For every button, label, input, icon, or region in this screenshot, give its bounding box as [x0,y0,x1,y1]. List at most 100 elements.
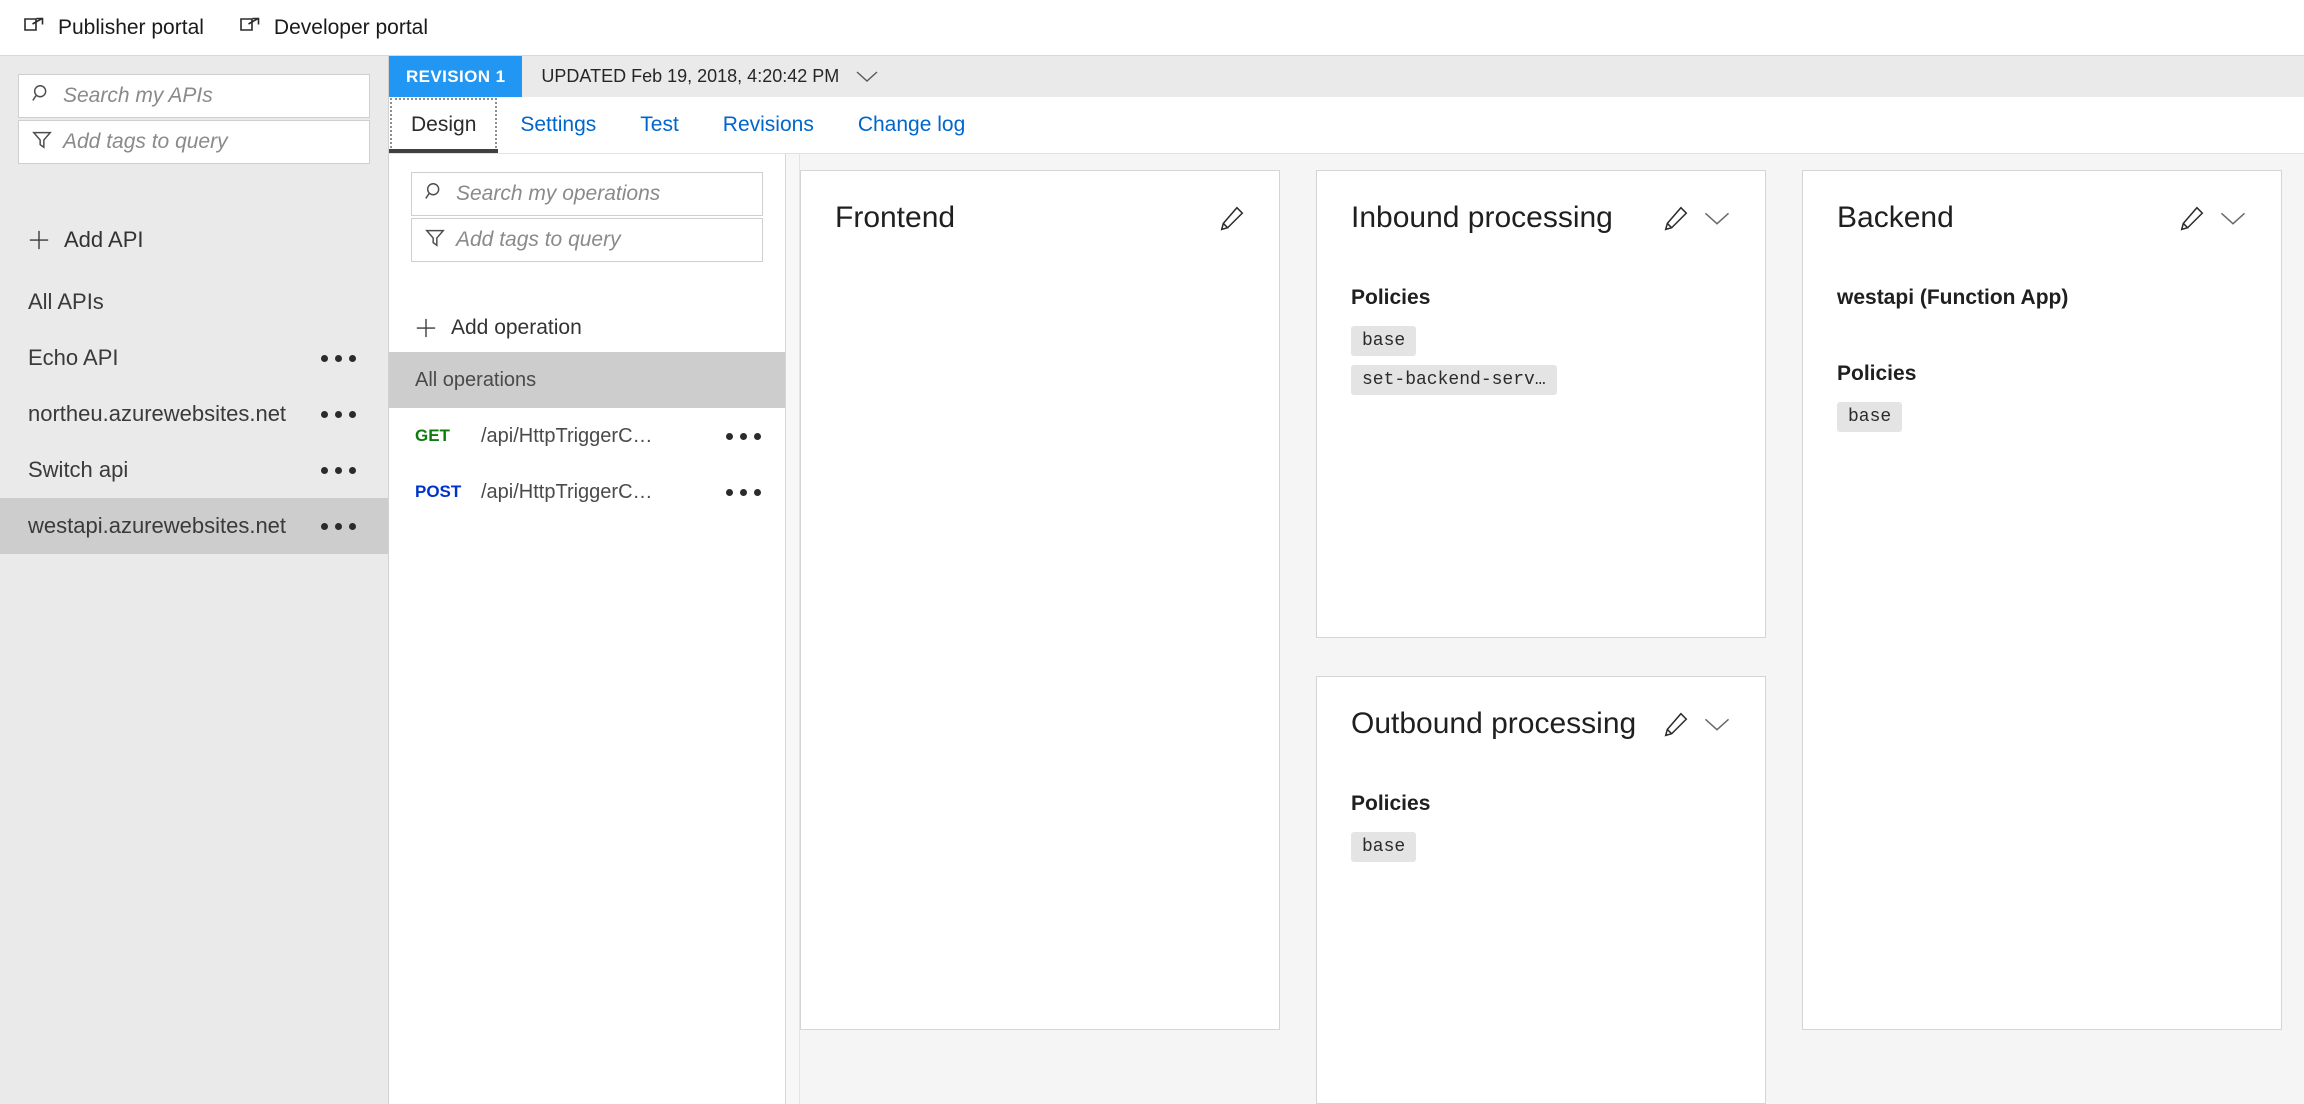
pencil-edit-icon[interactable] [2179,205,2205,231]
pencil-edit-icon[interactable] [1663,205,1689,231]
outbound-policy-chips: base [1351,832,1731,863]
chevron-down-icon[interactable] [1703,717,1731,732]
policy-chip[interactable]: base [1351,832,1417,863]
outbound-processing-card: Outbound processing Policies base [1316,676,1766,1104]
sidebar-item-label: Echo API [28,345,119,370]
tab-label: Revisions [722,113,814,136]
chevron-down-icon[interactable] [855,70,879,83]
context-menu-icon[interactable] [311,459,366,482]
backend-policy-chips: base [1837,402,2247,432]
api-list: All APIs Echo API northeu.azurewebsites.… [0,274,388,554]
external-link-icon [238,16,262,40]
sidebar-item-label: All APIs [28,289,104,314]
designer-area: Search my operations Add tags to query A… [389,154,2304,1104]
policy-chip[interactable]: base [1837,402,1903,432]
frontend-card-tools [1219,201,1245,231]
inbound-card-tools [1663,201,1731,231]
frontend-card: Frontend [800,170,1280,1030]
external-link-icon [22,16,46,40]
revision-bar: REVISION 1 UPDATED Feb 19, 2018, 4:20:42… [389,56,2304,97]
frontend-card-header: Frontend [835,201,1245,234]
pencil-edit-icon[interactable] [1663,711,1689,737]
context-menu-icon[interactable] [311,403,366,426]
sidebar-item-westapi[interactable]: westapi.azurewebsites.net [0,498,388,554]
inbound-title: Inbound processing [1351,201,1613,234]
sidebar-item-all-apis[interactable]: All APIs [0,274,388,330]
search-operations-input[interactable]: Search my operations [411,172,763,216]
context-menu-icon[interactable] [311,347,366,370]
revision-updated-label: UPDATED Feb 19, 2018, 4:20:42 PM [541,66,840,86]
pencil-edit-icon[interactable] [1219,205,1245,231]
policy-canvas: Frontend Inbound processing Policies bas… [800,154,2304,1104]
operations-filters: Search my operations Add tags to query [389,172,785,262]
frontend-title: Frontend [835,201,956,234]
filter-funnel-icon [31,129,53,156]
tab-test[interactable]: Test [618,97,701,153]
add-api-button[interactable]: Add API [0,218,388,262]
sidebar-item-northeu[interactable]: northeu.azurewebsites.net [0,386,388,442]
frontend-column: Frontend [800,170,1280,1104]
publisher-portal-link[interactable]: Publisher portal [22,16,204,40]
tab-label: Change log [857,113,966,136]
policy-chip[interactable]: set-backend-serv… [1351,365,1557,395]
context-menu-icon[interactable] [311,515,366,538]
top-bar: Publisher portal Developer portal [0,0,2304,56]
publisher-portal-label: Publisher portal [58,15,204,39]
http-verb: POST [415,482,462,501]
inbound-processing-card: Inbound processing Policies base set-bac… [1316,170,1766,639]
developer-portal-link[interactable]: Developer portal [238,16,428,40]
operation-row-get[interactable]: GET /api/HttpTriggerC… [389,408,785,464]
plus-icon [28,229,50,251]
operations-tags-input[interactable]: Add tags to query [411,218,763,262]
backend-column: Backend westapi (Function App) Policies … [1802,170,2282,1104]
chevron-down-icon[interactable] [2219,211,2247,226]
operations-tags-placeholder: Add tags to query [456,228,621,251]
sidebar-item-switch-api[interactable]: Switch api [0,442,388,498]
backend-card: Backend westapi (Function App) Policies … [1802,170,2282,1030]
operations-panel: Search my operations Add tags to query A… [389,154,786,1104]
sidebar-item-label: Switch api [28,457,129,482]
search-icon [424,181,446,208]
policy-chip[interactable]: base [1351,326,1417,356]
context-menu-icon[interactable] [716,425,771,448]
add-operation-label: Add operation [451,316,582,339]
sidebar-item-label: westapi.azurewebsites.net [28,513,287,538]
developer-portal-label: Developer portal [273,15,429,39]
tab-label: Design [411,113,477,136]
apis-tags-placeholder: Add tags to query [63,130,228,153]
backend-policies-label: Policies [1837,362,1917,385]
revision-updated[interactable]: UPDATED Feb 19, 2018, 4:20:42 PM [522,56,879,97]
search-apis-placeholder: Search my APIs [63,84,213,107]
tab-revisions[interactable]: Revisions [701,97,836,153]
apis-tags-input[interactable]: Add tags to query [18,120,370,164]
processing-column: Inbound processing Policies base set-bac… [1316,170,1766,1104]
revision-badge[interactable]: REVISION 1 [389,56,523,97]
inbound-policy-chips: base set-backend-serv… [1351,326,1731,395]
sidebar-filters: Search my APIs Add tags to query [0,56,388,164]
all-operations-label: All operations [415,368,537,391]
tab-change-log[interactable]: Change log [836,97,987,153]
chevron-down-icon[interactable] [1703,211,1731,226]
apis-sidebar: Search my APIs Add tags to query Add API [0,56,389,1104]
operation-all-operations[interactable]: All operations [389,352,785,408]
operation-path: /api/HttpTriggerC… [481,424,653,447]
sidebar-item-echo-api[interactable]: Echo API [0,330,388,386]
tab-bar: Design Settings Test Revisions Change lo… [389,97,2304,154]
add-operation-button[interactable]: Add operation [389,304,785,352]
sidebar-item-label: northeu.azurewebsites.net [28,401,287,426]
outbound-card-header: Outbound processing [1351,707,1731,740]
inbound-card-header: Inbound processing [1351,201,1731,234]
api-detail-pane: REVISION 1 UPDATED Feb 19, 2018, 4:20:42… [389,56,2304,1104]
tab-settings[interactable]: Settings [498,97,618,153]
search-apis-input[interactable]: Search my APIs [18,74,370,118]
outbound-policies-label: Policies [1351,792,1431,816]
operation-path: /api/HttpTriggerC… [481,480,653,503]
context-menu-icon[interactable] [716,481,771,504]
operation-row-post[interactable]: POST /api/HttpTriggerC… [389,464,785,520]
tab-design[interactable]: Design [389,97,499,153]
search-icon [31,83,53,110]
outbound-title: Outbound processing [1351,707,1637,741]
panel-splitter[interactable] [786,154,800,1104]
backend-card-header: Backend [1837,201,2247,234]
add-api-label: Add API [64,227,144,252]
